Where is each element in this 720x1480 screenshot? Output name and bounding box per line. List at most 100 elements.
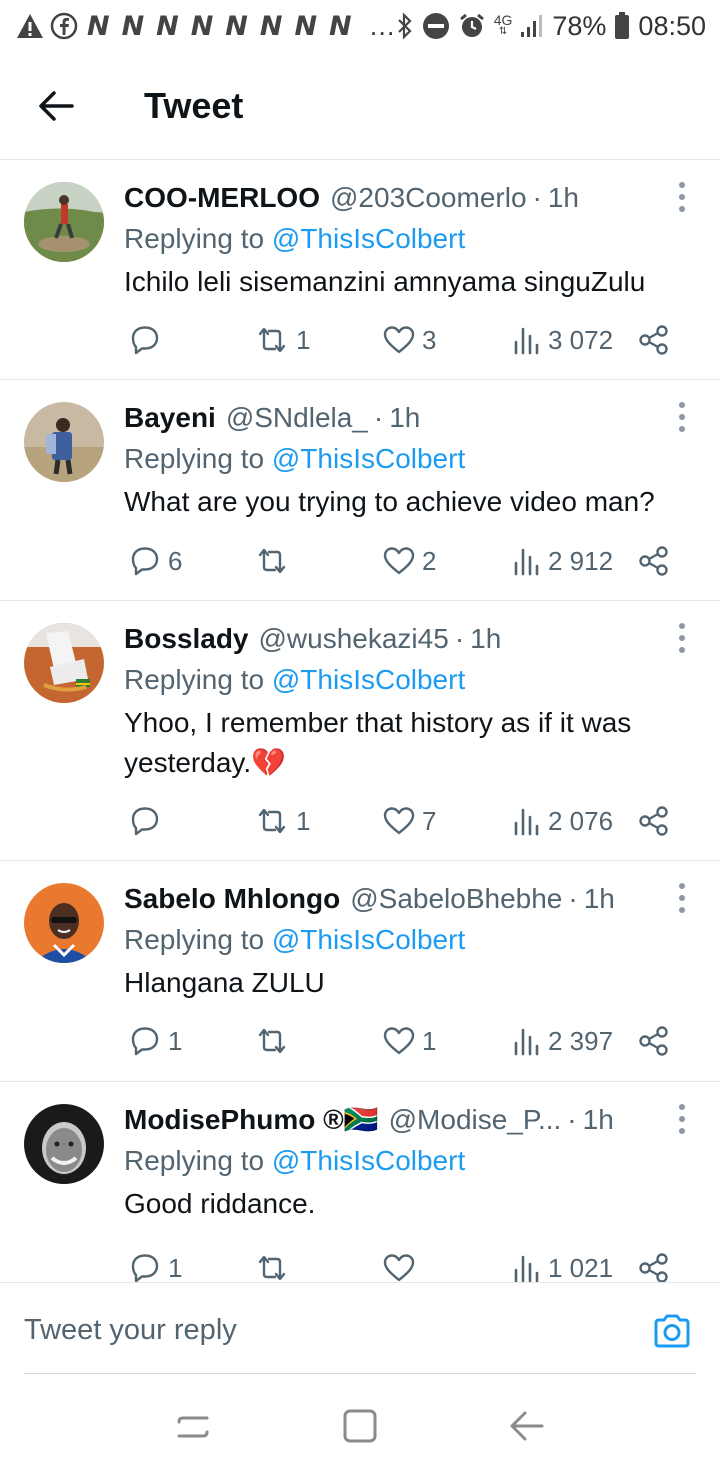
replying-to: Replying to @ThisIsColbert — [124, 664, 466, 695]
views-button[interactable]: 2 076 — [512, 801, 613, 841]
tweet-item[interactable]: Bosslady @wushekazi45 · 1h Replying to @… — [0, 601, 720, 861]
warning-icon — [16, 11, 44, 41]
views-button[interactable]: 2 397 — [512, 1021, 613, 1061]
replies-feed[interactable]: COO-MERLOO @203Coomerlo · 1h Replying to… — [0, 160, 720, 1282]
tweet-text: Yhoo, I remember that history as if it w… — [124, 707, 632, 778]
share-button[interactable] — [638, 1021, 670, 1061]
tweet-item[interactable]: Bayeni @SNdlela_ · 1h Replying to @ThisI… — [0, 380, 720, 601]
tweet-time: 1h — [583, 883, 615, 914]
share-button[interactable] — [638, 1248, 670, 1282]
tweet-item[interactable]: ModisePhumo ®🇿🇦 @Modise_P... · 1h Replyi… — [0, 1082, 720, 1282]
share-button[interactable] — [638, 320, 670, 360]
input-underline — [24, 1373, 696, 1374]
n-icon: N — [121, 10, 145, 42]
views-button[interactable]: 3 072 — [512, 320, 613, 360]
views-button[interactable]: 2 912 — [512, 541, 613, 581]
alarm-icon — [458, 11, 486, 41]
battery-percent: 78% — [552, 10, 607, 41]
share-button[interactable] — [638, 801, 670, 841]
tweet-item[interactable]: Sabelo Mhlongo @SabeloBhebhe · 1h Replyi… — [0, 861, 720, 1082]
heart-icon — [383, 326, 415, 354]
view-count: 3 072 — [548, 324, 614, 355]
share-icon — [639, 325, 668, 355]
reply-input[interactable]: Tweet your reply — [24, 1283, 584, 1377]
reply-button[interactable]: 1 — [128, 1248, 182, 1282]
avatar[interactable] — [24, 883, 104, 963]
reply-count: 6 — [168, 545, 183, 576]
heart-icon — [383, 1254, 415, 1282]
share-button[interactable] — [638, 541, 670, 581]
author-name[interactable]: Bosslady — [124, 619, 249, 659]
reply-icon — [131, 1027, 159, 1056]
author-handle[interactable]: @SNdlela_ — [226, 398, 368, 438]
like-button[interactable]: 2 — [382, 541, 436, 581]
views-button[interactable]: 1 021 — [512, 1248, 613, 1282]
tweet-item[interactable]: COO-MERLOO @203Coomerlo · 1h Replying to… — [0, 160, 720, 380]
status-bar: N N N N N N N N … 4G ⇅ 78% 08:50 — [0, 0, 720, 52]
like-count: 2 — [422, 545, 437, 576]
author-handle[interactable]: @Modise_P... — [389, 1100, 562, 1140]
retweet-count: 1 — [296, 324, 311, 355]
like-button[interactable]: 3 — [382, 320, 436, 360]
mention-link[interactable]: @ThisIsColbert — [272, 664, 465, 695]
mention-link[interactable]: @ThisIsColbert — [272, 1145, 465, 1176]
more-options-button[interactable] — [672, 182, 692, 212]
tweet-actions: 1 7 2 076 — [124, 801, 684, 841]
retweet-button[interactable] — [254, 541, 296, 581]
replying-to: Replying to @ThisIsColbert — [124, 223, 466, 254]
battery-icon — [614, 11, 630, 41]
author-name[interactable]: Bayeni — [124, 398, 216, 438]
bluetooth-icon — [396, 11, 414, 41]
analytics-icon — [514, 1255, 539, 1282]
reply-button[interactable] — [128, 801, 168, 841]
view-count: 2 076 — [548, 805, 614, 836]
mention-link[interactable]: @ThisIsColbert — [272, 223, 465, 254]
more-options-button[interactable] — [672, 883, 692, 913]
retweet-icon — [258, 327, 286, 353]
retweet-button[interactable]: 1 — [254, 320, 310, 360]
signal-icon — [520, 11, 544, 41]
like-button[interactable]: 7 — [382, 801, 436, 841]
clock: 08:50 — [638, 10, 706, 41]
reply-button[interactable]: 6 — [128, 541, 182, 581]
heart-icon — [383, 547, 415, 575]
tweet-text: Hlangana ZULU — [124, 967, 325, 998]
reply-count: 1 — [168, 1025, 183, 1056]
retweet-button[interactable]: 1 — [254, 801, 310, 841]
retweet-icon — [258, 1028, 286, 1054]
reply-button[interactable]: 1 — [128, 1021, 182, 1061]
more-options-button[interactable] — [672, 1104, 692, 1134]
retweet-button[interactable] — [254, 1248, 296, 1282]
analytics-icon — [514, 548, 539, 576]
author-name[interactable]: Sabelo Mhlongo — [124, 879, 340, 919]
avatar[interactable] — [24, 182, 104, 262]
avatar[interactable] — [24, 1104, 104, 1184]
replying-to: Replying to @ThisIsColbert — [124, 924, 466, 955]
more-options-button[interactable] — [672, 402, 692, 432]
author-handle[interactable]: @wushekazi45 — [259, 619, 449, 659]
system-back-button[interactable] — [509, 1408, 545, 1449]
author-handle[interactable]: @SabeloBhebhe — [350, 879, 562, 919]
avatar[interactable] — [24, 623, 104, 703]
like-button[interactable] — [382, 1248, 422, 1282]
more-options-button[interactable] — [672, 623, 692, 653]
retweet-button[interactable] — [254, 1021, 296, 1061]
share-icon — [639, 1253, 668, 1282]
network-type-icon: 4G ⇅ — [493, 12, 513, 37]
top-app-bar: Tweet — [0, 52, 720, 160]
recent-apps-button[interactable] — [175, 1408, 211, 1449]
author-name[interactable]: ModisePhumo ®🇿🇦 — [124, 1100, 379, 1140]
author-handle[interactable]: @203Coomerlo — [330, 178, 527, 218]
view-count: 2 912 — [548, 545, 614, 576]
back-arrow-icon — [39, 90, 74, 121]
like-button[interactable]: 1 — [382, 1021, 436, 1061]
mention-link[interactable]: @ThisIsColbert — [272, 924, 465, 955]
home-button[interactable] — [342, 1408, 378, 1449]
like-count: 1 — [422, 1025, 437, 1056]
avatar[interactable] — [24, 402, 104, 482]
author-name[interactable]: COO-MERLOO — [124, 178, 320, 218]
back-button[interactable] — [0, 52, 112, 160]
mention-link[interactable]: @ThisIsColbert — [272, 443, 465, 474]
camera-button[interactable] — [652, 1313, 692, 1354]
reply-button[interactable] — [128, 320, 168, 360]
